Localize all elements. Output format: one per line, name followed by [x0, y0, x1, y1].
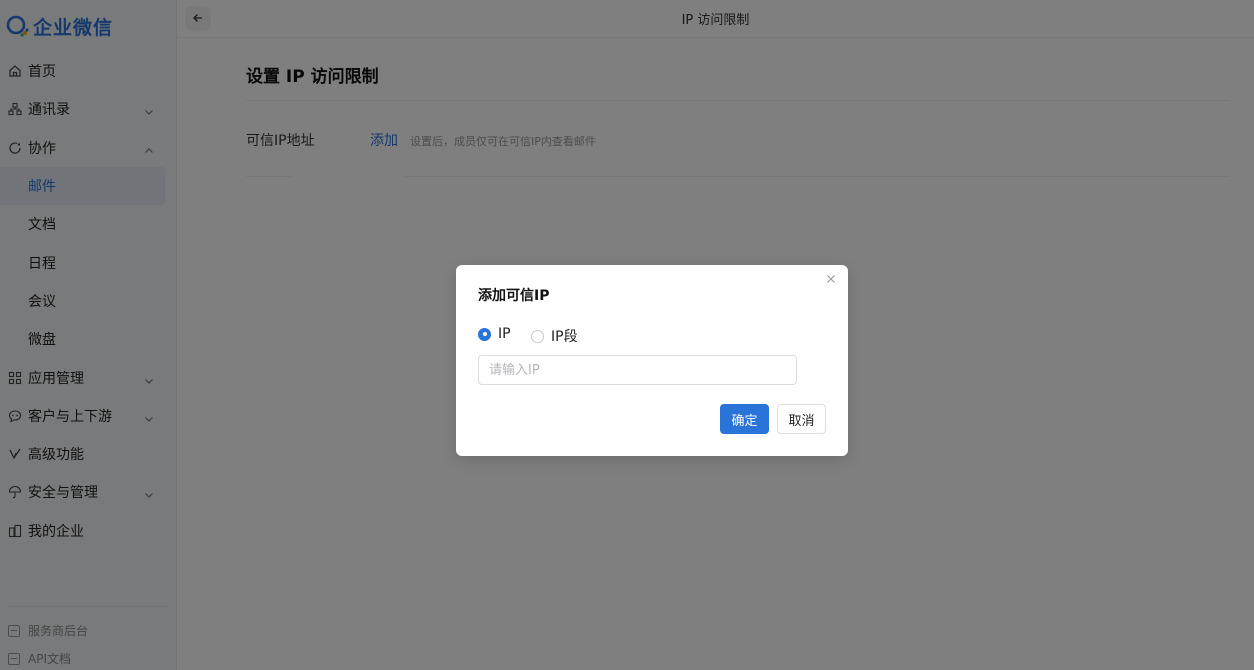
cancel-button[interactable]: 取消	[777, 404, 826, 434]
radio-ip[interactable]: IP	[478, 326, 511, 342]
radio-label: IP段	[551, 329, 578, 345]
radio-checked-icon	[478, 327, 491, 341]
dialog-title: 添加可信IP	[478, 288, 550, 304]
close-icon[interactable]	[825, 270, 837, 283]
radio-unchecked-icon	[531, 329, 544, 343]
radio-ip-range[interactable]: IP段	[531, 326, 578, 346]
add-trusted-ip-dialog: 添加可信IP IP IP段 确定 取消	[456, 265, 848, 456]
ip-input[interactable]	[478, 355, 797, 385]
confirm-button[interactable]: 确定	[720, 404, 769, 434]
radio-label: IP	[498, 326, 511, 342]
